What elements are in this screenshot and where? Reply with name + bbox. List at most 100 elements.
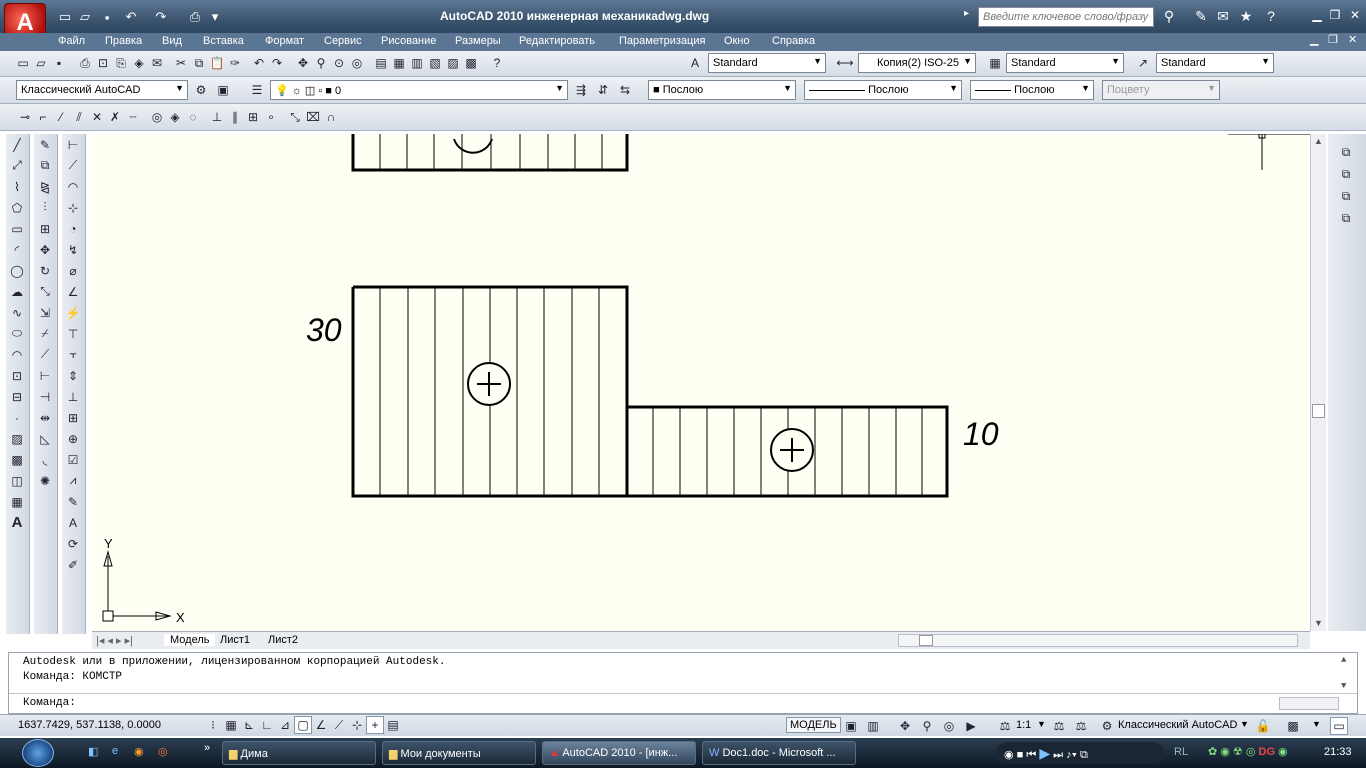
dim-linear-icon[interactable]: ⊢ <box>62 134 84 155</box>
workspace-settings-icon[interactable]: ⚙ <box>192 81 210 99</box>
hatch-icon[interactable]: ▨ <box>6 428 28 449</box>
osnap-endpoint-icon[interactable]: ⁄ <box>52 108 70 126</box>
snap-mode-icon[interactable]: ▦ <box>222 716 240 734</box>
revcloud-icon[interactable]: ☁ <box>6 281 28 302</box>
tab-layout2[interactable]: Лист2 <box>268 634 298 646</box>
dim-text-edit-icon[interactable]: A <box>62 512 84 533</box>
arc-icon[interactable]: ◜ <box>6 239 28 260</box>
zoom-previous-icon[interactable]: ◎ <box>348 54 366 72</box>
menu-modify[interactable]: Редактировать <box>519 35 595 47</box>
hardware-acceleration-icon[interactable]: ▩ <box>1284 717 1302 735</box>
vertical-scrollbar[interactable]: ▲ ▼ <box>1310 134 1326 631</box>
menu-help[interactable]: Справка <box>772 35 815 47</box>
object-snap-tracking-icon[interactable]: ⟋ <box>330 717 348 735</box>
tab-first-icon[interactable]: |◂ ◂ ▸ ▸| <box>96 634 133 647</box>
command-prompt[interactable]: Команда: <box>23 697 76 709</box>
osnap-center-icon[interactable]: ◎ <box>148 108 166 126</box>
mirror-icon[interactable]: ⧎ <box>34 176 56 197</box>
object-snap-icon[interactable]: ▢ <box>294 716 312 734</box>
bring-above-icon[interactable]: ⧉ <box>1335 186 1357 207</box>
dim-aligned-icon[interactable]: ⟋ <box>62 155 84 176</box>
workspace-switch-icon[interactable]: ⚙ <box>1098 717 1116 735</box>
task-word-doc[interactable]: W Doc1.doc - Microsoft ... <box>702 741 856 765</box>
tolerance-icon[interactable]: ⊞ <box>62 407 84 428</box>
menu-view[interactable]: Вид <box>162 35 182 47</box>
dim-radius-icon[interactable]: ◔ <box>62 218 84 239</box>
clean-screen-icon[interactable]: ▭ <box>1330 717 1348 735</box>
pan-status-icon[interactable]: ✥ <box>896 717 914 735</box>
osnap-parallel-icon[interactable]: ∥ <box>226 108 244 126</box>
copy-icon[interactable]: ⧉ <box>190 55 208 73</box>
line-icon[interactable]: ╱ <box>6 134 28 155</box>
quick-dim-icon[interactable]: ⚡ <box>62 302 84 323</box>
annotation-scale-value[interactable]: 1:1 <box>1016 719 1031 731</box>
workspace-status-label[interactable]: Классический AutoCAD <box>1118 719 1237 731</box>
show-desktop-icon[interactable]: ◧ <box>88 745 98 758</box>
circle-icon[interactable]: ◯ <box>6 260 28 281</box>
array-icon[interactable]: ⊞ <box>34 218 56 239</box>
save-file-icon[interactable]: ▪ <box>50 54 68 72</box>
polygon-icon[interactable]: ⬠ <box>6 197 28 218</box>
auto-add-scale-icon[interactable]: ⚖ <box>1072 717 1090 735</box>
match-properties-icon[interactable]: ✑ <box>226 54 244 72</box>
ellipse-icon[interactable]: ⬭ <box>6 323 28 344</box>
zoom-status-icon[interactable]: ⚲ <box>918 717 936 735</box>
workspace-dropdown-icon[interactable]: ▼ <box>1240 719 1249 729</box>
language-indicator[interactable]: RL <box>1174 746 1188 758</box>
opera-icon[interactable]: ◎ <box>158 745 168 758</box>
open-file-icon[interactable]: ▱ <box>32 54 50 72</box>
stretch-icon[interactable]: ⇲ <box>34 302 56 323</box>
pan-icon[interactable]: ✥ <box>294 54 312 72</box>
osnap-tangent-icon[interactable]: ◌ <box>184 108 202 126</box>
doc-close-icon[interactable]: ✕ <box>1348 33 1357 46</box>
color-combo[interactable]: ■ Послою ▼ <box>648 80 796 100</box>
ie-icon[interactable]: e <box>112 745 118 757</box>
search-input[interactable]: Введите ключевое слово/фразу <box>978 7 1154 27</box>
open-icon[interactable]: ▱ <box>76 8 94 26</box>
dim-diameter-icon[interactable]: ⌀ <box>62 260 84 281</box>
offset-icon[interactable]: ⫶ <box>34 197 56 218</box>
dim-baseline-icon[interactable]: ⊤ <box>62 323 84 344</box>
properties-icon[interactable]: ▤ <box>372 54 390 72</box>
quick-view-layouts-icon[interactable]: ▣ <box>842 717 860 735</box>
coordinates-display[interactable]: 1637.7429, 537.1138, 0.0000 <box>18 719 161 731</box>
extend-icon[interactable]: ⟋ <box>34 344 56 365</box>
undo-icon[interactable]: ↶ <box>122 8 140 26</box>
gradient-icon[interactable]: ▩ <box>6 449 28 470</box>
drawing-area[interactable]: 30 10 Y X <box>92 134 1310 631</box>
break-icon[interactable]: ⊣ <box>34 386 56 407</box>
osnap-none-icon[interactable]: ⌧ <box>304 108 322 126</box>
trim-icon[interactable]: ⌿ <box>34 323 56 344</box>
search-expand-icon[interactable]: ▸ <box>964 8 976 26</box>
task-my-documents[interactable]: ▆ Мои документы <box>382 741 536 765</box>
layer-combo[interactable]: 💡 ☼ ◫ ▫ ■ 0 ▼ <box>270 80 568 100</box>
redo-icon[interactable]: ↷ <box>152 8 170 26</box>
make-block-icon[interactable]: ⊟ <box>6 386 28 407</box>
table-style-combo[interactable]: Standard ▼ <box>1006 53 1124 73</box>
scroll-thumb[interactable] <box>1312 404 1325 418</box>
preview-icon[interactable]: ⊡ <box>94 54 112 72</box>
copy-object-icon[interactable]: ⧉ <box>34 155 56 176</box>
task-dima[interactable]: ▆ Дима <box>222 741 376 765</box>
osnap-settings-icon[interactable]: ∩ <box>322 108 340 126</box>
favorites-star-icon[interactable]: ★ <box>1237 8 1255 26</box>
annotation-visibility-icon[interactable]: ⚖ <box>1050 717 1068 735</box>
ortho-mode-icon[interactable]: ∟ <box>258 716 276 734</box>
maximize-icon[interactable]: ❐ <box>1326 8 1344 22</box>
design-center-icon[interactable]: ▦ <box>390 54 408 72</box>
inspection-icon[interactable]: ☑ <box>62 449 84 470</box>
osnap-intersection-icon[interactable]: ✕ <box>88 108 106 126</box>
doc-minimize-icon[interactable]: ▁ <box>1310 33 1318 46</box>
command-window[interactable]: Autodesk или в приложении, лицензированн… <box>8 652 1358 714</box>
hscroll-thumb[interactable] <box>919 635 933 646</box>
chamfer-icon[interactable]: ◺ <box>34 428 56 449</box>
workspace-combo[interactable]: Классический AutoCAD ▼ <box>16 80 188 100</box>
erase-icon[interactable]: ✎ <box>34 134 56 155</box>
menu-format[interactable]: Формат <box>265 35 304 47</box>
linetype-combo[interactable]: Послою ▼ <box>804 80 962 100</box>
zoom-realtime-icon[interactable]: ⚲ <box>312 54 330 72</box>
polar-tracking-icon[interactable]: ⊿ <box>276 716 294 734</box>
dim-jogged-icon[interactable]: ↯ <box>62 239 84 260</box>
workspace-save-icon[interactable]: ▣ <box>214 81 232 99</box>
3d-dwf-icon[interactable]: ◈ <box>130 54 148 72</box>
